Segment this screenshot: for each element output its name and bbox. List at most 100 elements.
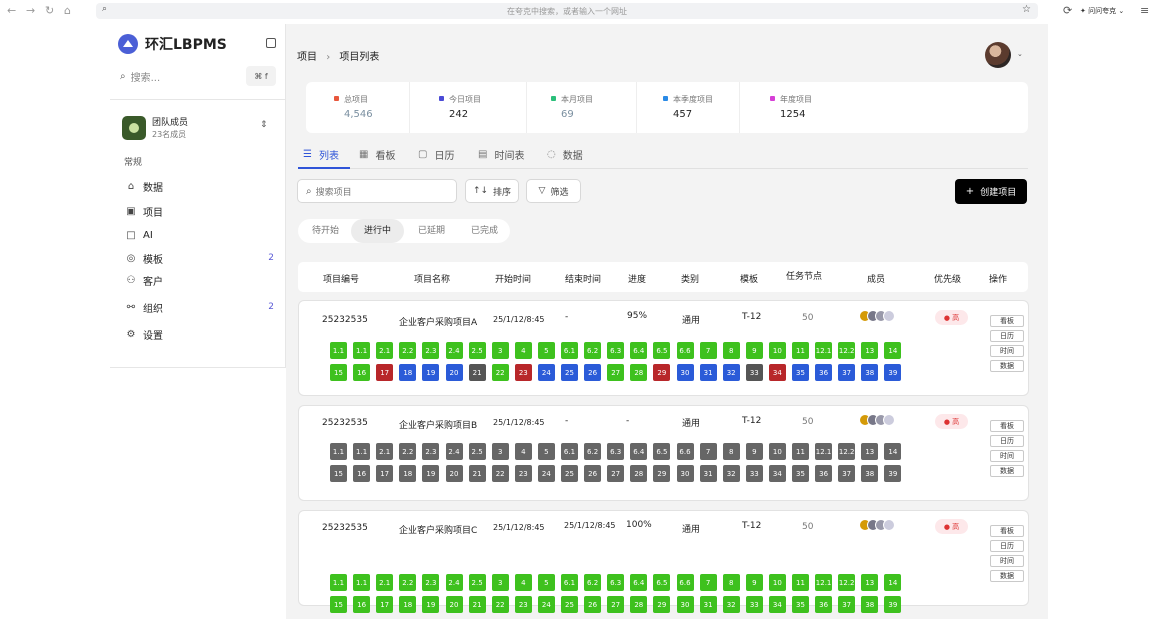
op-data-button[interactable]: 数据 [990, 360, 1024, 372]
task-node[interactable]: 32 [722, 596, 740, 613]
task-node[interactable]: 6.6 [676, 443, 694, 460]
task-node[interactable]: 18 [399, 465, 417, 482]
task-node[interactable]: 33 [745, 596, 763, 613]
task-node[interactable]: 35 [792, 596, 809, 613]
task-node[interactable]: 1.1 [330, 574, 347, 591]
task-node[interactable]: 15 [330, 596, 347, 613]
task-node[interactable]: 18 [399, 596, 417, 613]
tab-list[interactable]: ☰ 列表 [303, 147, 339, 162]
team-selector[interactable]: 团队成员 23名成员 [122, 115, 188, 140]
task-node[interactable]: 23 [514, 364, 532, 381]
task-node[interactable]: 34 [768, 364, 786, 381]
task-node[interactable]: 26 [584, 596, 602, 613]
home-icon[interactable]: ⌂ [64, 4, 71, 18]
task-node[interactable]: 23 [514, 596, 532, 613]
task-node[interactable]: 6.2 [584, 443, 602, 460]
task-node[interactable]: 7 [699, 342, 717, 359]
task-node[interactable]: 30 [676, 596, 694, 613]
task-node[interactable]: 25 [561, 364, 578, 381]
op-time-button[interactable]: 时间 [990, 345, 1024, 357]
task-node[interactable]: 31 [699, 364, 717, 381]
task-node[interactable]: 6.5 [653, 443, 671, 460]
op-board-button[interactable]: 看板 [990, 525, 1024, 537]
task-node[interactable]: 14 [884, 574, 902, 591]
task-node[interactable]: 20 [445, 465, 463, 482]
task-node[interactable]: 6.4 [630, 342, 648, 359]
address-bar[interactable]: ⌕ 在夸克中搜索，或者输入一个网址 ☆ [96, 3, 1038, 19]
member-avatars[interactable] [859, 310, 905, 324]
chevron-updown-icon[interactable]: ⇕ [260, 120, 268, 130]
project-name[interactable]: 企业客户采购项目C [399, 523, 477, 536]
task-node[interactable]: 39 [884, 465, 902, 482]
task-node[interactable]: 14 [884, 342, 902, 359]
task-node[interactable]: 27 [607, 596, 625, 613]
task-node[interactable]: 12.1 [815, 443, 833, 460]
task-node[interactable]: 18 [399, 364, 417, 381]
task-node[interactable]: 36 [815, 596, 833, 613]
task-node[interactable]: 28 [630, 465, 648, 482]
chevron-down-icon[interactable]: ⌄ [1017, 50, 1023, 58]
task-node[interactable]: 2.1 [376, 342, 394, 359]
sidebar-item-templates[interactable]: ◎ 模板 2 [124, 249, 274, 267]
tab-board[interactable]: ▦ 看板 [359, 147, 395, 162]
task-node[interactable]: 31 [699, 465, 717, 482]
task-node[interactable]: 36 [815, 364, 833, 381]
task-node[interactable]: 37 [838, 596, 856, 613]
op-data-button[interactable]: 数据 [990, 465, 1024, 477]
task-node[interactable]: 17 [376, 364, 394, 381]
task-node[interactable]: 6.2 [584, 574, 602, 591]
task-node[interactable]: 9 [745, 342, 763, 359]
task-node[interactable]: 13 [861, 342, 879, 359]
status-in-progress[interactable]: 进行中 [351, 219, 404, 243]
task-node[interactable]: 38 [861, 364, 879, 381]
user-avatar[interactable] [985, 42, 1011, 68]
task-node[interactable]: 11 [792, 342, 809, 359]
task-node[interactable]: 20 [445, 364, 463, 381]
task-node[interactable]: 34 [768, 596, 786, 613]
task-node[interactable]: 5 [537, 342, 555, 359]
task-node[interactable]: 22 [491, 465, 509, 482]
task-node[interactable]: 9 [745, 574, 763, 591]
project-card-a[interactable]: 25232535 企业客户采购项目A 25/1/12/8:45 - 95% 通用… [298, 300, 1029, 396]
task-node[interactable]: 2.3 [422, 574, 440, 591]
task-node[interactable]: 26 [584, 465, 602, 482]
search-input[interactable]: ⌕ 搜索项目 [297, 179, 457, 203]
task-node[interactable]: 8 [722, 574, 740, 591]
sidebar-item-organization[interactable]: ⚯ 组织 2 [124, 298, 274, 316]
task-node[interactable]: 12.2 [838, 574, 856, 591]
task-node[interactable]: 29 [653, 465, 671, 482]
project-name[interactable]: 企业客户采购项目A [399, 315, 477, 328]
task-node[interactable]: 3 [491, 342, 509, 359]
task-node[interactable]: 17 [376, 596, 394, 613]
task-node[interactable]: 6.5 [653, 342, 671, 359]
task-node[interactable]: 11 [792, 574, 809, 591]
task-node[interactable]: 36 [815, 465, 833, 482]
member-avatars[interactable] [859, 414, 905, 428]
task-node[interactable]: 12.1 [815, 574, 833, 591]
task-node[interactable]: 2.2 [399, 574, 417, 591]
task-node[interactable]: 32 [722, 465, 740, 482]
status-pending[interactable]: 待开始 [312, 219, 339, 243]
task-node[interactable]: 20 [445, 596, 463, 613]
tab-timeline[interactable]: ▤ 时间表 [478, 147, 524, 162]
task-node[interactable]: 6.6 [676, 342, 694, 359]
task-node[interactable]: 5 [537, 443, 555, 460]
task-node[interactable]: 9 [745, 443, 763, 460]
task-node[interactable]: 28 [630, 364, 648, 381]
task-node[interactable]: 27 [607, 364, 625, 381]
task-node[interactable]: 7 [699, 574, 717, 591]
task-node[interactable]: 25 [561, 465, 578, 482]
task-node[interactable]: 13 [861, 443, 879, 460]
op-board-button[interactable]: 看板 [990, 315, 1024, 327]
task-node[interactable]: 10 [768, 574, 786, 591]
tab-data[interactable]: ◌ 数据 [547, 147, 583, 162]
task-node[interactable]: 21 [468, 364, 486, 381]
task-node[interactable]: 2.2 [399, 342, 417, 359]
task-node[interactable]: 32 [722, 364, 740, 381]
task-node[interactable]: 39 [884, 364, 902, 381]
task-node[interactable]: 6.2 [584, 342, 602, 359]
op-calendar-button[interactable]: 日历 [990, 435, 1024, 447]
task-node[interactable]: 4 [514, 574, 532, 591]
sort-button[interactable]: ↑↓ 排序 [465, 179, 519, 203]
task-node[interactable]: 8 [722, 443, 740, 460]
